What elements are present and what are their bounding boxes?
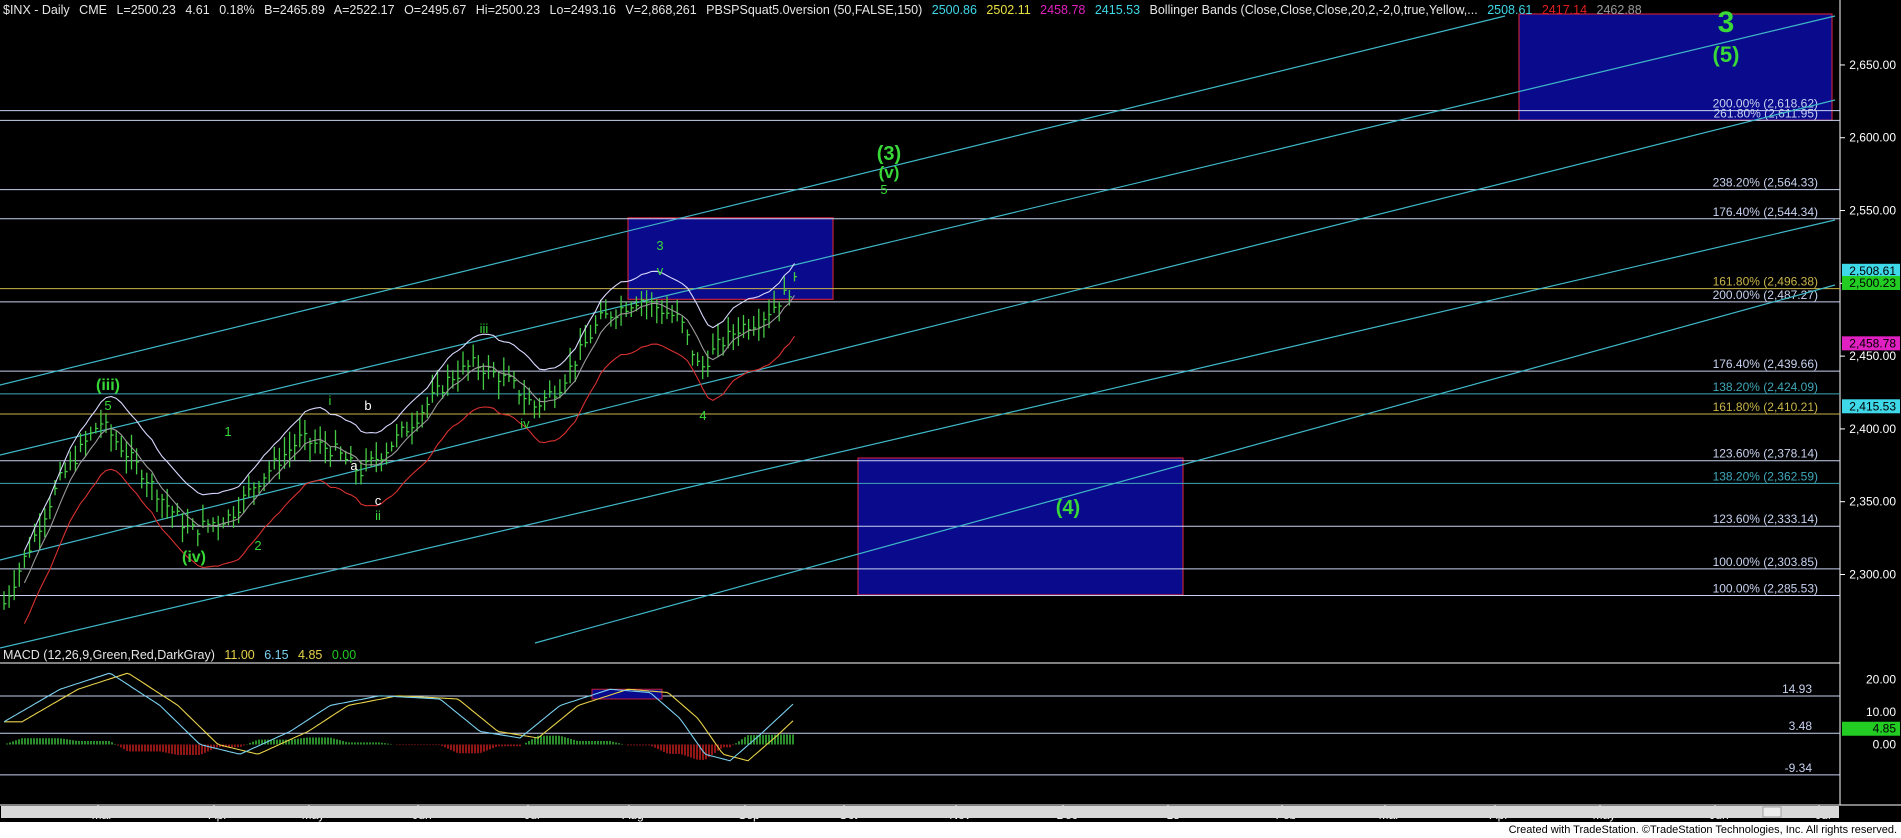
wave-label: (iii) — [96, 377, 120, 394]
pct-change: 0.18% — [219, 3, 255, 17]
wave-label: v — [657, 263, 664, 278]
fib-level-label: 161.80% (2,410.21) — [1713, 400, 1818, 414]
wave-label: 5 — [104, 398, 111, 413]
study2-label: Bollinger Bands (Close,Close,Close,20,2,… — [1149, 3, 1478, 17]
ask-price: A=2522.17 — [333, 3, 395, 17]
wave-label: iii — [480, 321, 489, 336]
high-price: Hi=2500.23 — [475, 3, 541, 17]
credit-text: Created with TradeStation. ©TradeStation… — [1508, 824, 1897, 836]
macd-value2: 6.15 — [264, 648, 289, 662]
study1-label: PBSPSquat5.0version (50,FALSE,150) — [706, 3, 923, 17]
wave-label: (5) — [1713, 42, 1740, 67]
macd-label: MACD (12,26,9,Green,Red,DarkGray) — [3, 648, 215, 662]
fib-level-label: 100.00% (2,303.85) — [1713, 555, 1818, 569]
scrollbar-thumb[interactable] — [1762, 806, 1782, 818]
last-price: L=2500.23 — [116, 3, 176, 17]
y-tick-label: 2,600.00 — [1849, 131, 1896, 145]
macd-level-label: 14.93 — [1782, 682, 1812, 696]
macd-level-label: 3.48 — [1789, 719, 1813, 733]
y-tick-label: 2,550.00 — [1849, 204, 1896, 218]
fib-level-label: 123.60% (2,333.14) — [1713, 512, 1818, 526]
y-tick-label: 2,450.00 — [1849, 349, 1896, 363]
wave-label: 3 — [1718, 6, 1735, 39]
open-price: O=2495.67 — [404, 3, 467, 17]
macd-tick-label: 0.00 — [1873, 738, 1897, 752]
net-change: 4.61 — [185, 3, 210, 17]
fib-level-label: 176.40% (2,439.66) — [1713, 357, 1818, 371]
chart-header: $INX - Daily CME L=2500.23 4.61 0.18% B=… — [3, 3, 1648, 17]
fib-level-label: 161.80% (2,496.38) — [1713, 275, 1818, 289]
y-tick-label: 2,400.00 — [1849, 422, 1896, 436]
macd-tick-label: 20.00 — [1866, 673, 1896, 687]
macd-value1: 11.00 — [224, 648, 255, 662]
fib-level-label: 100.00% (2,285.53) — [1713, 582, 1818, 596]
fib-level-label: 138.20% (2,362.59) — [1713, 469, 1818, 483]
study2-value1: 2508.61 — [1487, 3, 1533, 17]
wave-label: 4 — [699, 408, 706, 423]
study1-value4: 2415.53 — [1094, 3, 1141, 17]
channel-line — [0, 15, 1836, 456]
bid-price: B=2465.89 — [264, 3, 325, 17]
wave-label: c — [375, 493, 382, 508]
wave-label: a — [350, 458, 358, 473]
wave-label: i — [329, 393, 332, 408]
y-tick-label: 2,300.00 — [1849, 567, 1896, 581]
macd-level-label: -9.34 — [1785, 761, 1813, 775]
y-tick-label: 2,350.00 — [1849, 495, 1896, 509]
study1-value3: 2458.78 — [1040, 3, 1086, 17]
channel-line — [534, 284, 1836, 644]
price-tag-label: 2,500.23 — [1849, 276, 1896, 290]
macd-tick-label: 10.00 — [1866, 705, 1896, 719]
wave-label: (v) — [879, 163, 900, 182]
bollinger-mid — [23, 295, 795, 584]
fib-level-label: 176.40% (2,544.34) — [1713, 205, 1818, 219]
exchange-label: CME — [79, 3, 107, 17]
y-tick-label: 2,650.00 — [1849, 58, 1896, 72]
wave-label: 2 — [254, 538, 261, 553]
wave-label: 1 — [224, 424, 231, 439]
bollinger-upper — [23, 263, 795, 552]
macd-value4: 0.00 — [331, 648, 357, 662]
wave-label: b — [364, 398, 371, 413]
price-tag-label: 2,458.78 — [1849, 336, 1896, 350]
volume: V=2,868,261 — [625, 3, 697, 17]
fib-level-label: 138.20% (2,424.09) — [1713, 380, 1818, 394]
macd-value3: 4.85 — [298, 648, 323, 662]
wave-label: (iv) — [182, 549, 206, 566]
horizontal-scrollbar[interactable] — [1, 806, 1839, 818]
wave-label: (3) — [877, 143, 901, 165]
symbol-label: $INX - Daily — [3, 3, 70, 17]
macd-value-tag-label: 4.85 — [1873, 722, 1897, 736]
study1-value2: 2502.11 — [986, 3, 1031, 17]
fib-level-label: 123.60% (2,378.14) — [1713, 447, 1818, 461]
price-chart[interactable]: 200.00% (2,618.62)261.80% (2,611.95)238.… — [0, 0, 1901, 838]
study1-value1: 2500.86 — [931, 3, 977, 17]
fib-level-label: 200.00% (2,487.27) — [1713, 288, 1818, 302]
target-box — [627, 217, 834, 300]
wave-label: 3 — [656, 238, 663, 253]
price-tag-label: 2,415.53 — [1849, 399, 1896, 413]
macd-line — [3, 672, 794, 762]
wave-label: (4) — [1056, 497, 1080, 519]
wave-label: ii — [375, 508, 381, 523]
low-price: Lo=2493.16 — [549, 3, 616, 17]
macd-signal-line — [4, 672, 794, 762]
study2-value3: 2462.88 — [1596, 3, 1642, 17]
study2-value2: 2417.14 — [1541, 3, 1588, 17]
macd-header: MACD (12,26,9,Green,Red,DarkGray) 11.00 … — [3, 648, 362, 662]
wave-label: iv — [520, 416, 530, 431]
bollinger-lower — [23, 335, 795, 624]
fib-level-label: 238.20% (2,564.33) — [1713, 176, 1818, 190]
wave-label: 5 — [880, 182, 887, 197]
